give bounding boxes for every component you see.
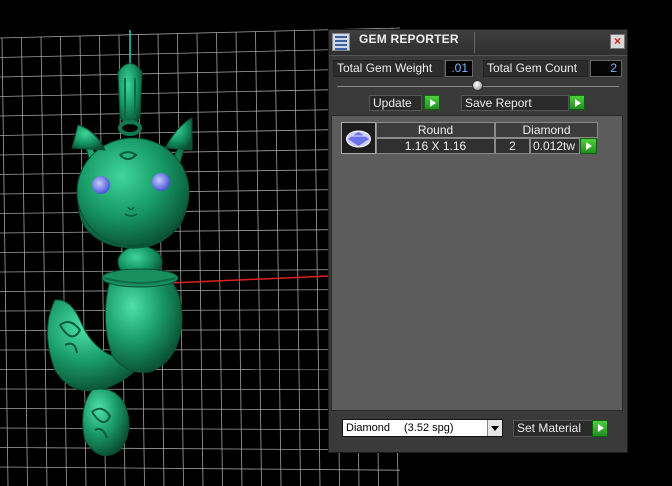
- total-gem-count-label: Total Gem Count: [483, 60, 588, 77]
- save-report-button-label: Save Report: [465, 96, 532, 110]
- update-button-label: Update: [373, 96, 412, 110]
- set-material-button-label: Set Material: [517, 421, 582, 435]
- update-button[interactable]: Update: [369, 95, 422, 111]
- total-gem-weight-value: .01: [445, 60, 473, 77]
- gem-count-cell: 2: [495, 138, 530, 154]
- update-go-icon[interactable]: [424, 95, 440, 110]
- set-material-go-icon[interactable]: [592, 420, 608, 437]
- title-divider: [474, 32, 475, 53]
- material-dropdown-spg: (3.52 spg): [404, 422, 454, 434]
- axis-x-line: [169, 275, 331, 284]
- cat-pendant-model[interactable]: [47, 63, 193, 457]
- gem-material-cell: Diamond: [495, 122, 598, 138]
- save-report-go-icon[interactable]: [569, 95, 585, 110]
- gem-row-go-icon[interactable]: [580, 138, 597, 154]
- total-gem-weight-label: Total Gem Weight: [333, 60, 443, 77]
- gem-size-cell: 1.16 X 1.16: [376, 138, 495, 154]
- total-gem-count-value: 2: [590, 60, 622, 77]
- set-material-button[interactable]: Set Material: [513, 420, 593, 437]
- material-dropdown[interactable]: Diamond (3.52 spg): [342, 419, 503, 437]
- gem-reporter-panel: GEM REPORTER × Total Gem Weight .01 Tota…: [328, 29, 628, 453]
- title-bar[interactable]: GEM REPORTER ×: [329, 30, 627, 56]
- gem-shape-cell: Round: [376, 122, 495, 138]
- gem-weight-cell: 0.012tw: [530, 138, 580, 154]
- chevron-down-icon[interactable]: [487, 420, 502, 436]
- report-icon: [332, 33, 350, 51]
- gem-report-list[interactable]: Round Diamond 1.16 X 1.16 2 0.012tw: [331, 115, 623, 411]
- material-dropdown-value: Diamond: [346, 422, 391, 434]
- splitter-handle[interactable]: [472, 80, 483, 91]
- gem-icon: [341, 122, 376, 154]
- panel-title: GEM REPORTER: [359, 32, 459, 46]
- save-report-button[interactable]: Save Report: [461, 95, 569, 111]
- close-icon[interactable]: ×: [610, 34, 625, 49]
